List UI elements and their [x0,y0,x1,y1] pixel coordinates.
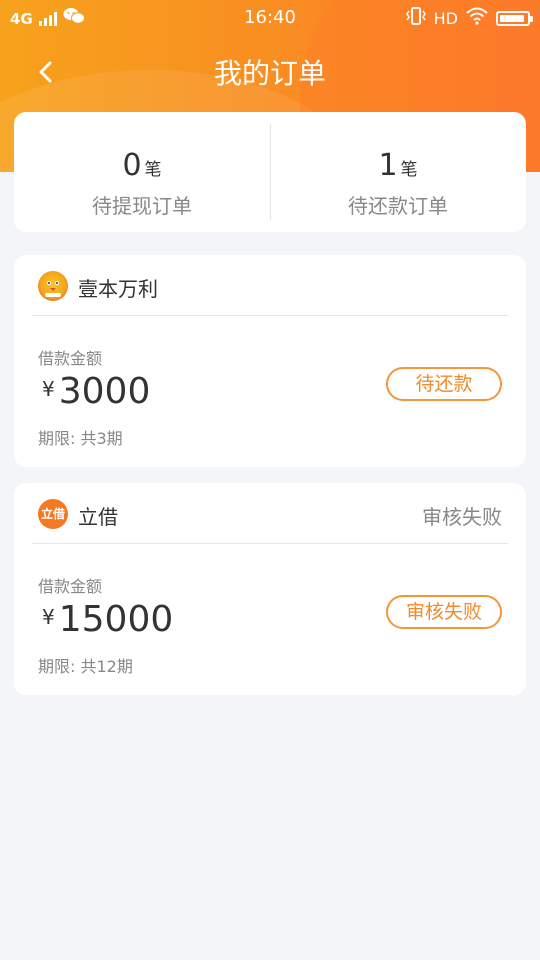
loan-term: 期限: 共3期 [38,429,123,448]
pending-withdraw-count-wrap: 0笔 [14,148,270,183]
loan-amount-label: 借款金额 [38,349,103,368]
order-summary-card: 0笔 待提现订单 1笔 待还款订单 [14,112,526,232]
loan-amount-label: 借款金额 [38,577,103,596]
order-status-text: 审核失败 [422,505,502,529]
currency-symbol: ¥ [42,377,55,401]
pending-withdraw-label: 待提现订单 [92,194,192,218]
lender-logo-icon: 立借 [38,499,68,529]
loan-amount: ¥3000 [42,371,150,412]
loan-amount-value: 3000 [58,371,151,412]
nav-bar: 我的订单 [0,34,540,110]
pending-repay-count-wrap: 1笔 [270,148,526,183]
lender-name: 壹本万利 [78,277,158,301]
status-bar: 4G 16:40 HD [0,0,540,34]
pending-withdraw-count: 0 [122,148,142,183]
lender-logo-icon [38,271,68,301]
loan-term: 期限: 共12期 [38,657,133,676]
loan-amount-value: 15000 [58,599,174,640]
pending-repay-unit: 笔 [400,160,418,180]
card-divider [32,543,508,544]
order-card[interactable]: 立借 立借 审核失败 借款金额 ¥15000 期限: 共12期 审核失败 [14,483,526,695]
wifi-icon [466,7,488,30]
vibrate-icon [405,7,426,30]
lender-name: 立借 [78,505,118,529]
pending-withdraw-unit: 笔 [144,160,162,180]
hd-label: HD [433,9,458,28]
review-failed-button[interactable]: 审核失败 [386,595,502,629]
pending-repay-button[interactable]: 待还款 [386,367,502,401]
loan-amount: ¥15000 [42,599,173,640]
pending-repay-summary[interactable]: 1笔 待还款订单 [270,112,526,232]
pending-repay-label: 待还款订单 [348,194,448,218]
card-divider [32,315,508,316]
battery-icon [496,11,533,26]
order-card[interactable]: 壹本万利 借款金额 ¥3000 期限: 共3期 待还款 [14,255,526,467]
pending-withdraw-summary[interactable]: 0笔 待提现订单 [14,112,270,232]
pending-repay-count: 1 [378,148,398,183]
page-title: 我的订单 [213,57,326,90]
currency-symbol: ¥ [42,605,55,629]
